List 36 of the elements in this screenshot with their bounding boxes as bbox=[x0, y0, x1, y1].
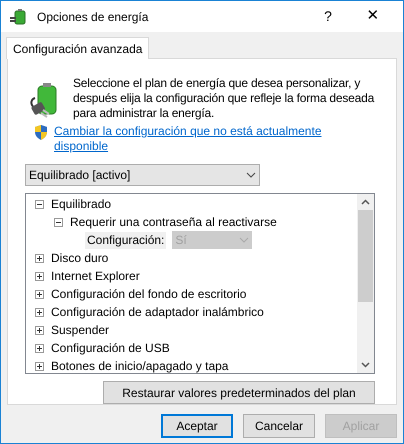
tree-item[interactable]: Suspender bbox=[51, 321, 110, 339]
window-title: Opciones de energía bbox=[37, 8, 150, 26]
scroll-thumb[interactable] bbox=[358, 210, 373, 302]
expand-icon[interactable] bbox=[35, 308, 44, 316]
collapse-icon[interactable] bbox=[54, 218, 63, 226]
tree-item[interactable]: Disco duro bbox=[51, 249, 108, 267]
tree-item[interactable]: Requerir una contraseña al reactivarse bbox=[70, 213, 277, 231]
dialog-button[interactable]: Cancelar bbox=[243, 414, 315, 438]
chevron-down-icon bbox=[246, 172, 256, 178]
scrollbar[interactable] bbox=[357, 194, 374, 373]
restore-defaults-button[interactable]: Restaurar valores predeterminados del plan bbox=[103, 381, 375, 404]
tree-item[interactable]: Configuración del fondo de escritorio bbox=[51, 285, 246, 303]
tree-item[interactable]: Internet Explorer bbox=[51, 267, 140, 285]
expand-icon[interactable] bbox=[35, 362, 44, 370]
tab[interactable]: Configuración avanzada bbox=[6, 37, 150, 59]
tree-item[interactable]: Botones de inicio/apagado y tapa bbox=[51, 357, 228, 375]
scroll-up-icon[interactable] bbox=[361, 199, 370, 205]
help-button[interactable]: ? bbox=[313, 6, 343, 27]
expand-icon[interactable] bbox=[35, 254, 44, 262]
expand-icon[interactable] bbox=[35, 326, 44, 334]
dialog-button[interactable]: Aceptar bbox=[161, 414, 233, 438]
close-button[interactable]: ✕ bbox=[351, 5, 395, 28]
plan-dropdown[interactable]: Equilibrado [activo] bbox=[25, 164, 260, 186]
description-text: Seleccione el plan de energía que desea personalizar, y después elija la configuración que refleje la forma deseada para administrar la energía. bbox=[73, 76, 376, 121]
setting-label: Configuración: bbox=[85, 232, 166, 248]
expand-icon[interactable] bbox=[35, 290, 44, 298]
shield-icon bbox=[34, 125, 48, 140]
tree-item[interactable]: Configuración de adaptador inalámbrico bbox=[51, 303, 264, 321]
expand-icon[interactable] bbox=[35, 272, 44, 280]
tree-item[interactable]: Configuración de USB bbox=[51, 339, 170, 357]
collapse-icon[interactable] bbox=[35, 200, 44, 208]
change-settings-link[interactable]: Cambiar la configuración que no está actualmente disponible bbox=[54, 124, 329, 154]
scroll-down-icon[interactable] bbox=[361, 362, 370, 368]
chevron-down-icon bbox=[239, 237, 250, 243]
tree-item[interactable]: Equilibrado bbox=[51, 195, 112, 213]
expand-icon[interactable] bbox=[35, 344, 44, 352]
